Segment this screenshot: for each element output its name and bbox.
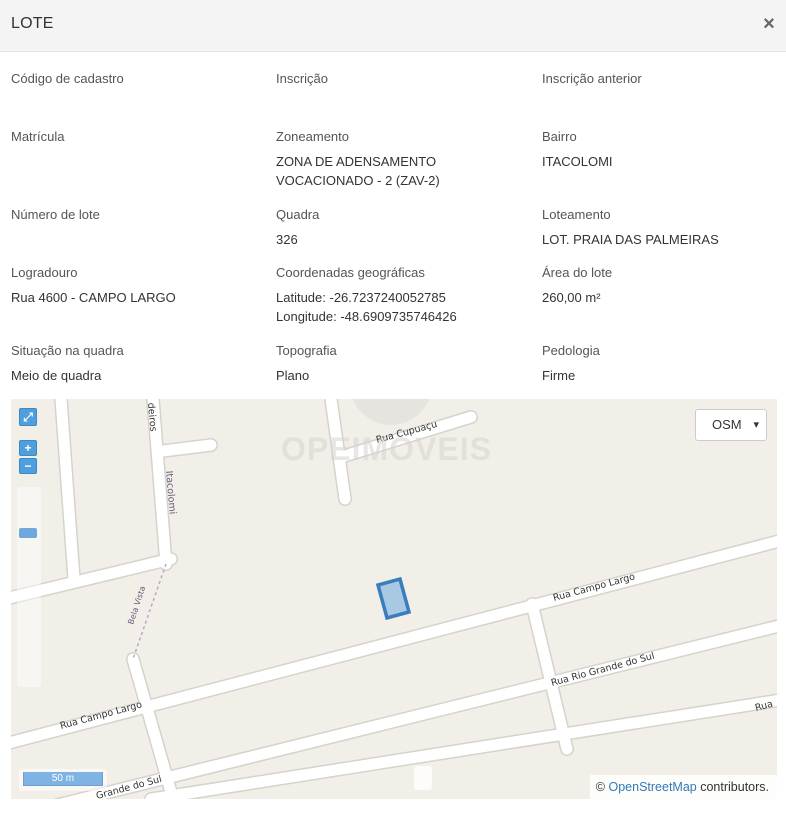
field-label: Número de lote [11,207,100,222]
modal-header: LOTE × [0,0,786,52]
field-label: Coordenadas geográficas [276,265,425,280]
field-label: Topografia [276,343,337,358]
map-control-stub [414,766,432,790]
street-label-rua-rio-grande: Rua Rio Grande do Sul [550,651,656,689]
field-value: ITACOLOMI [542,154,613,169]
field-value: Rua 4600 - CAMPO LARGO [11,290,176,305]
field-value: Plano [276,368,310,383]
field-label: Bairro [542,129,577,144]
field-inscricao-anterior: Inscrição anterior [542,70,786,94]
field-label: Inscrição anterior [542,71,642,86]
field-value: Firme [542,368,576,383]
field-label: Inscrição [276,71,329,86]
field-label: Quadra [276,207,320,222]
zoom-slider-thumb[interactable] [19,528,37,538]
layer-select-value: OSM [712,417,742,432]
field-label: Matrícula [11,129,65,144]
field-value: 326 [276,232,298,247]
field-topografia: Topografia Plano [276,342,526,385]
field-inscricao: Inscrição [276,70,526,94]
field-quadra: Quadra 326 [276,206,526,249]
map-view[interactable]: Rua Cupuaçu Rua Campo Largo Rua Campo La… [11,399,777,799]
street-label-bela-vista: Bela Vista [126,585,147,626]
field-loteamento: Loteamento LOT. PRAIA DAS PALMEIRAS [542,206,786,249]
field-label: Situação na quadra [11,343,124,358]
street-label-fragment-top: deiros [145,402,158,432]
zoom-slider[interactable] [17,487,41,687]
fullscreen-icon[interactable]: ⤢ [19,408,37,426]
field-pedologia: Pedologia Firme [542,342,786,385]
field-bairro: Bairro ITACOLOMI [542,128,786,171]
attribution-prefix: © [595,780,605,794]
field-codigo-cadastro: Código de cadastro [11,70,261,94]
layer-select[interactable]: OSM ▾ [695,409,767,441]
field-numero-lote: Número de lote [11,206,261,230]
field-label: Código de cadastro [11,71,124,86]
field-label: Área do lote [542,265,613,280]
field-situacao-quadra: Situação na quadra Meio de quadra [11,342,261,385]
field-label: Zoneamento [276,129,349,144]
watermark-text: OPEIMOVEIS [281,431,492,467]
field-value: 260,00 m² [542,290,601,305]
field-label: Pedologia [542,343,600,358]
field-value: ZONA DE ADENSAMENTO VOCACIONADO - 2 (ZAV… [276,154,440,188]
field-area-lote: Área do lote 260,00 m² [542,264,786,307]
scale-bar: 50 m [19,769,107,791]
field-value: LOT. PRAIA DAS PALMEIRAS [542,232,719,247]
field-label: Logradouro [11,265,78,280]
field-matricula: Matrícula [11,128,261,152]
field-coordenadas: Coordenadas geográficas Latitude: -26.72… [276,264,526,326]
field-value: Latitude: -26.7237240052785 Longitude: -… [276,290,457,324]
attribution-suffix: contributors. [700,780,769,794]
attribution-link[interactable]: OpenStreetMap [608,780,696,794]
field-label: Loteamento [542,207,611,222]
field-zoneamento: Zoneamento ZONA DE ADENSAMENTO VOCACIONA… [276,128,526,190]
field-logradouro: Logradouro Rua 4600 - CAMPO LARGO [11,264,261,307]
close-icon[interactable]: × [761,12,777,36]
modal-title: LOTE [11,15,54,32]
zoom-out-button[interactable]: − [19,458,37,474]
scale-label: 50 m [23,772,103,786]
lot-polygon[interactable] [375,576,412,621]
field-value: Meio de quadra [11,368,102,383]
zoom-in-button[interactable]: + [19,440,37,456]
map-attribution: © OpenStreetMap contributors. [589,775,777,799]
chevron-down-icon: ▾ [753,419,759,431]
